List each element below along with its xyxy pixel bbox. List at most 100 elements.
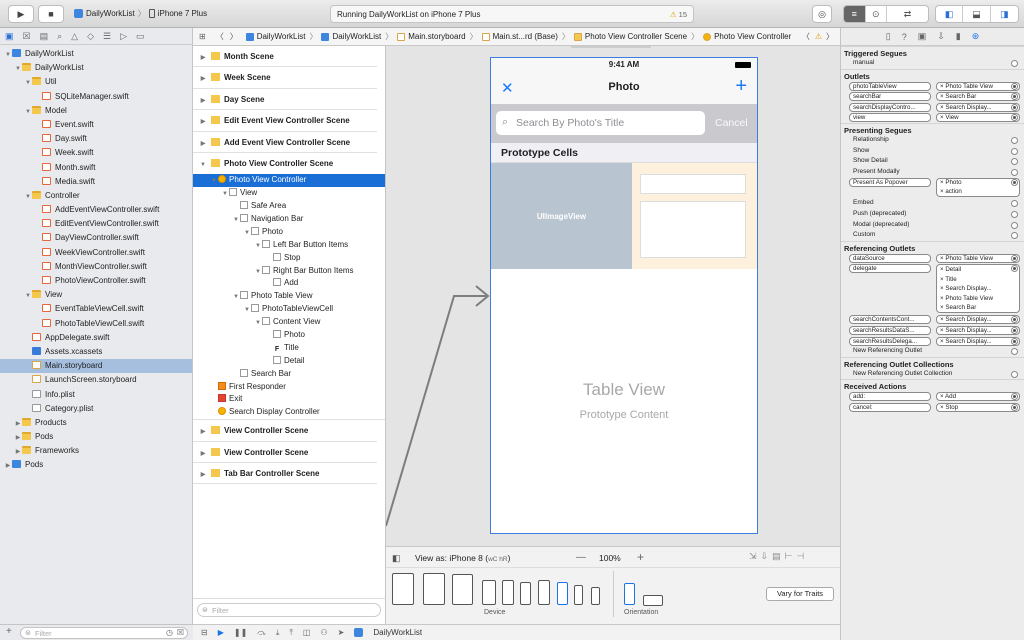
file-tree-item[interactable]: ▼ Controller <box>0 189 192 203</box>
file-tree-item[interactable]: ▼ DailyWorkList <box>0 61 192 75</box>
connection-source[interactable]: searchResultsDataS... <box>849 325 931 335</box>
device-ipad-9[interactable] <box>452 574 473 605</box>
outline-item[interactable]: F Title <box>193 342 385 355</box>
disclosure-open-icon[interactable]: ▼ <box>232 291 240 304</box>
identity-inspector-icon[interactable]: ▣ <box>918 31 927 42</box>
outline-item[interactable]: ▼ Content View <box>193 316 385 329</box>
disclosure-open-icon[interactable]: ▼ <box>210 175 218 188</box>
navigator-toggle-icon[interactable]: ◧ <box>936 6 964 22</box>
navigator-filter-field[interactable]: ⊜ Filter ◷ ☒ <box>20 627 188 639</box>
search-icon[interactable]: ⌕ <box>57 31 62 42</box>
file-tree-item[interactable]: PhotoViewController.swift <box>0 274 192 288</box>
connection-circle-icon[interactable] <box>1011 168 1018 176</box>
device-iphone-7[interactable] <box>520 582 531 605</box>
disclosure-open-icon[interactable]: ▼ <box>24 105 32 119</box>
scene-row[interactable]: ▶ Month Scene <box>193 46 377 69</box>
file-tree-item[interactable]: SQLiteManager.swift <box>0 90 192 104</box>
disclosure-open-icon[interactable]: ▼ <box>243 227 251 240</box>
editor-mode-control[interactable]: ≡ ⊙ ⇄ <box>843 5 929 23</box>
navigation-bar[interactable]: ✕ Photo + <box>491 72 757 105</box>
file-tree-item[interactable]: AddEventViewController.swift <box>0 203 192 217</box>
file-tree-item[interactable]: Info.plist <box>0 388 192 402</box>
file-tree-item[interactable]: ▶ Pods <box>0 430 192 444</box>
disclosure-closed-icon[interactable]: ▶ <box>14 431 22 445</box>
add-icon[interactable]: + <box>735 75 747 98</box>
pause-icon[interactable]: ❚❚ <box>234 628 247 637</box>
photo-view-controller-scene[interactable]: 9:41 AM ✕ Photo + ⌕ Search By Photo's Ti… <box>490 57 758 534</box>
file-inspector-icon[interactable]: ▯ <box>886 31 891 42</box>
breakpoint-icon[interactable]: ▷ <box>120 31 127 42</box>
file-tree-item[interactable]: EditEventViewController.swift <box>0 217 192 231</box>
disclosure-closed-icon[interactable]: ▶ <box>199 48 207 69</box>
breadcrumb-item[interactable]: Photo View Controller Scene <box>572 32 689 41</box>
disclosure-closed-icon[interactable]: ▶ <box>14 445 22 459</box>
back-icon[interactable]: 〈 <box>212 31 228 42</box>
connection-circle-icon[interactable] <box>1011 210 1018 218</box>
connection-circle-icon[interactable] <box>1011 232 1018 240</box>
file-tree-item[interactable]: LaunchScreen.storyboard <box>0 373 192 387</box>
connection-source[interactable]: dataSource <box>849 253 931 263</box>
step-in-icon[interactable]: ⤓ <box>276 628 280 638</box>
file-tree-item[interactable]: Week.swift <box>0 146 192 160</box>
outline-item[interactable]: Photo <box>193 329 385 342</box>
console-icon[interactable]: ⊟ <box>201 628 208 637</box>
stop-button[interactable]: ■ <box>38 5 64 23</box>
disclosure-closed-icon[interactable]: ▶ <box>199 465 207 486</box>
file-tree-item[interactable]: Main.storyboard <box>0 359 192 374</box>
disclosure-open-icon[interactable]: ▼ <box>4 48 12 62</box>
location-icon[interactable]: ➤ <box>338 628 345 637</box>
device-iphone-8-selected[interactable] <box>557 582 568 605</box>
connection-target[interactable]: × Photo × action <box>936 178 1020 198</box>
device-iphone-x[interactable] <box>482 580 496 605</box>
device-ipad-pro-12[interactable] <box>392 573 414 605</box>
file-tree-item[interactable]: ▶ Pods <box>0 458 192 472</box>
connection-target[interactable]: × Search Display... <box>936 325 1020 335</box>
connection-source[interactable]: photoTableView <box>849 81 931 91</box>
title-label-box[interactable] <box>640 174 746 194</box>
view-as-label[interactable]: View as: iPhone 8 (wC hR) <box>415 553 510 563</box>
connection-source[interactable]: Present As Popover <box>849 178 931 188</box>
grid-icon[interactable]: ⊞ <box>193 32 212 41</box>
outline-item[interactable]: Stop <box>193 252 385 265</box>
step-over-icon[interactable]: ⤼ <box>257 628 266 638</box>
outline-item[interactable]: ▼ View <box>193 187 385 200</box>
file-tree-item[interactable]: EventTableViewCell.swift <box>0 302 192 316</box>
photo-table-view-cell[interactable]: UIImageView <box>491 163 757 269</box>
disclosure-open-icon[interactable]: ▼ <box>24 289 32 303</box>
connection-circle-icon[interactable] <box>1011 60 1018 67</box>
outline-item[interactable]: Search Display Controller <box>193 406 385 419</box>
panels-control[interactable]: ◧ ⬓ ◨ <box>935 5 1019 23</box>
connection-target[interactable]: × View <box>936 113 1020 123</box>
previous-issue-icon[interactable]: 〈 <box>799 31 813 42</box>
breadcrumb-item[interactable]: Photo View Controller <box>701 32 793 41</box>
connection-target[interactable]: × Search Display... <box>936 102 1020 112</box>
next-issue-icon[interactable]: 〉 <box>824 31 840 42</box>
outline-item[interactable]: Detail <box>193 355 385 368</box>
disclosure-open-icon[interactable]: ▼ <box>254 317 262 330</box>
memory-graph-icon[interactable]: ⚇ <box>320 628 327 637</box>
issue-icon[interactable]: △ <box>71 31 78 42</box>
disclosure-open-icon[interactable]: ▼ <box>24 76 32 90</box>
orientation-portrait[interactable] <box>624 583 635 605</box>
disclosure-open-icon[interactable]: ▼ <box>221 188 229 201</box>
breakpoints-icon[interactable]: ▶ <box>218 628 224 637</box>
device-iphone-se[interactable] <box>574 585 583 605</box>
zoom-in-button[interactable]: + <box>637 550 644 564</box>
disclosure-open-icon[interactable]: ▼ <box>254 240 262 253</box>
search-input[interactable]: ⌕ Search By Photo's Title <box>496 111 705 135</box>
connection-target[interactable]: × Add <box>936 392 1020 402</box>
image-view[interactable]: UIImageView <box>491 163 632 269</box>
outline-item[interactable]: Search Bar <box>193 368 385 381</box>
disclosure-closed-icon[interactable]: ▶ <box>199 134 207 155</box>
connection-circle-icon[interactable] <box>1011 82 1018 90</box>
disclosure-open-icon[interactable]: ▼ <box>254 266 262 279</box>
connection-circle-icon[interactable] <box>1011 348 1018 356</box>
file-tree-item[interactable]: DayViewController.swift <box>0 231 192 245</box>
connection-circle-icon[interactable] <box>1011 136 1018 144</box>
layout-tools-icons[interactable]: ⇲⇩▤⊢⊣ <box>749 551 808 562</box>
outline-item[interactable]: Add <box>193 277 385 290</box>
connections-inspector-icon[interactable]: ⊛ <box>972 31 980 42</box>
library-button[interactable]: ◎ <box>812 5 832 23</box>
disclosure-closed-icon[interactable]: ▶ <box>199 69 207 90</box>
symbol-icon[interactable]: ▤ <box>40 31 49 42</box>
